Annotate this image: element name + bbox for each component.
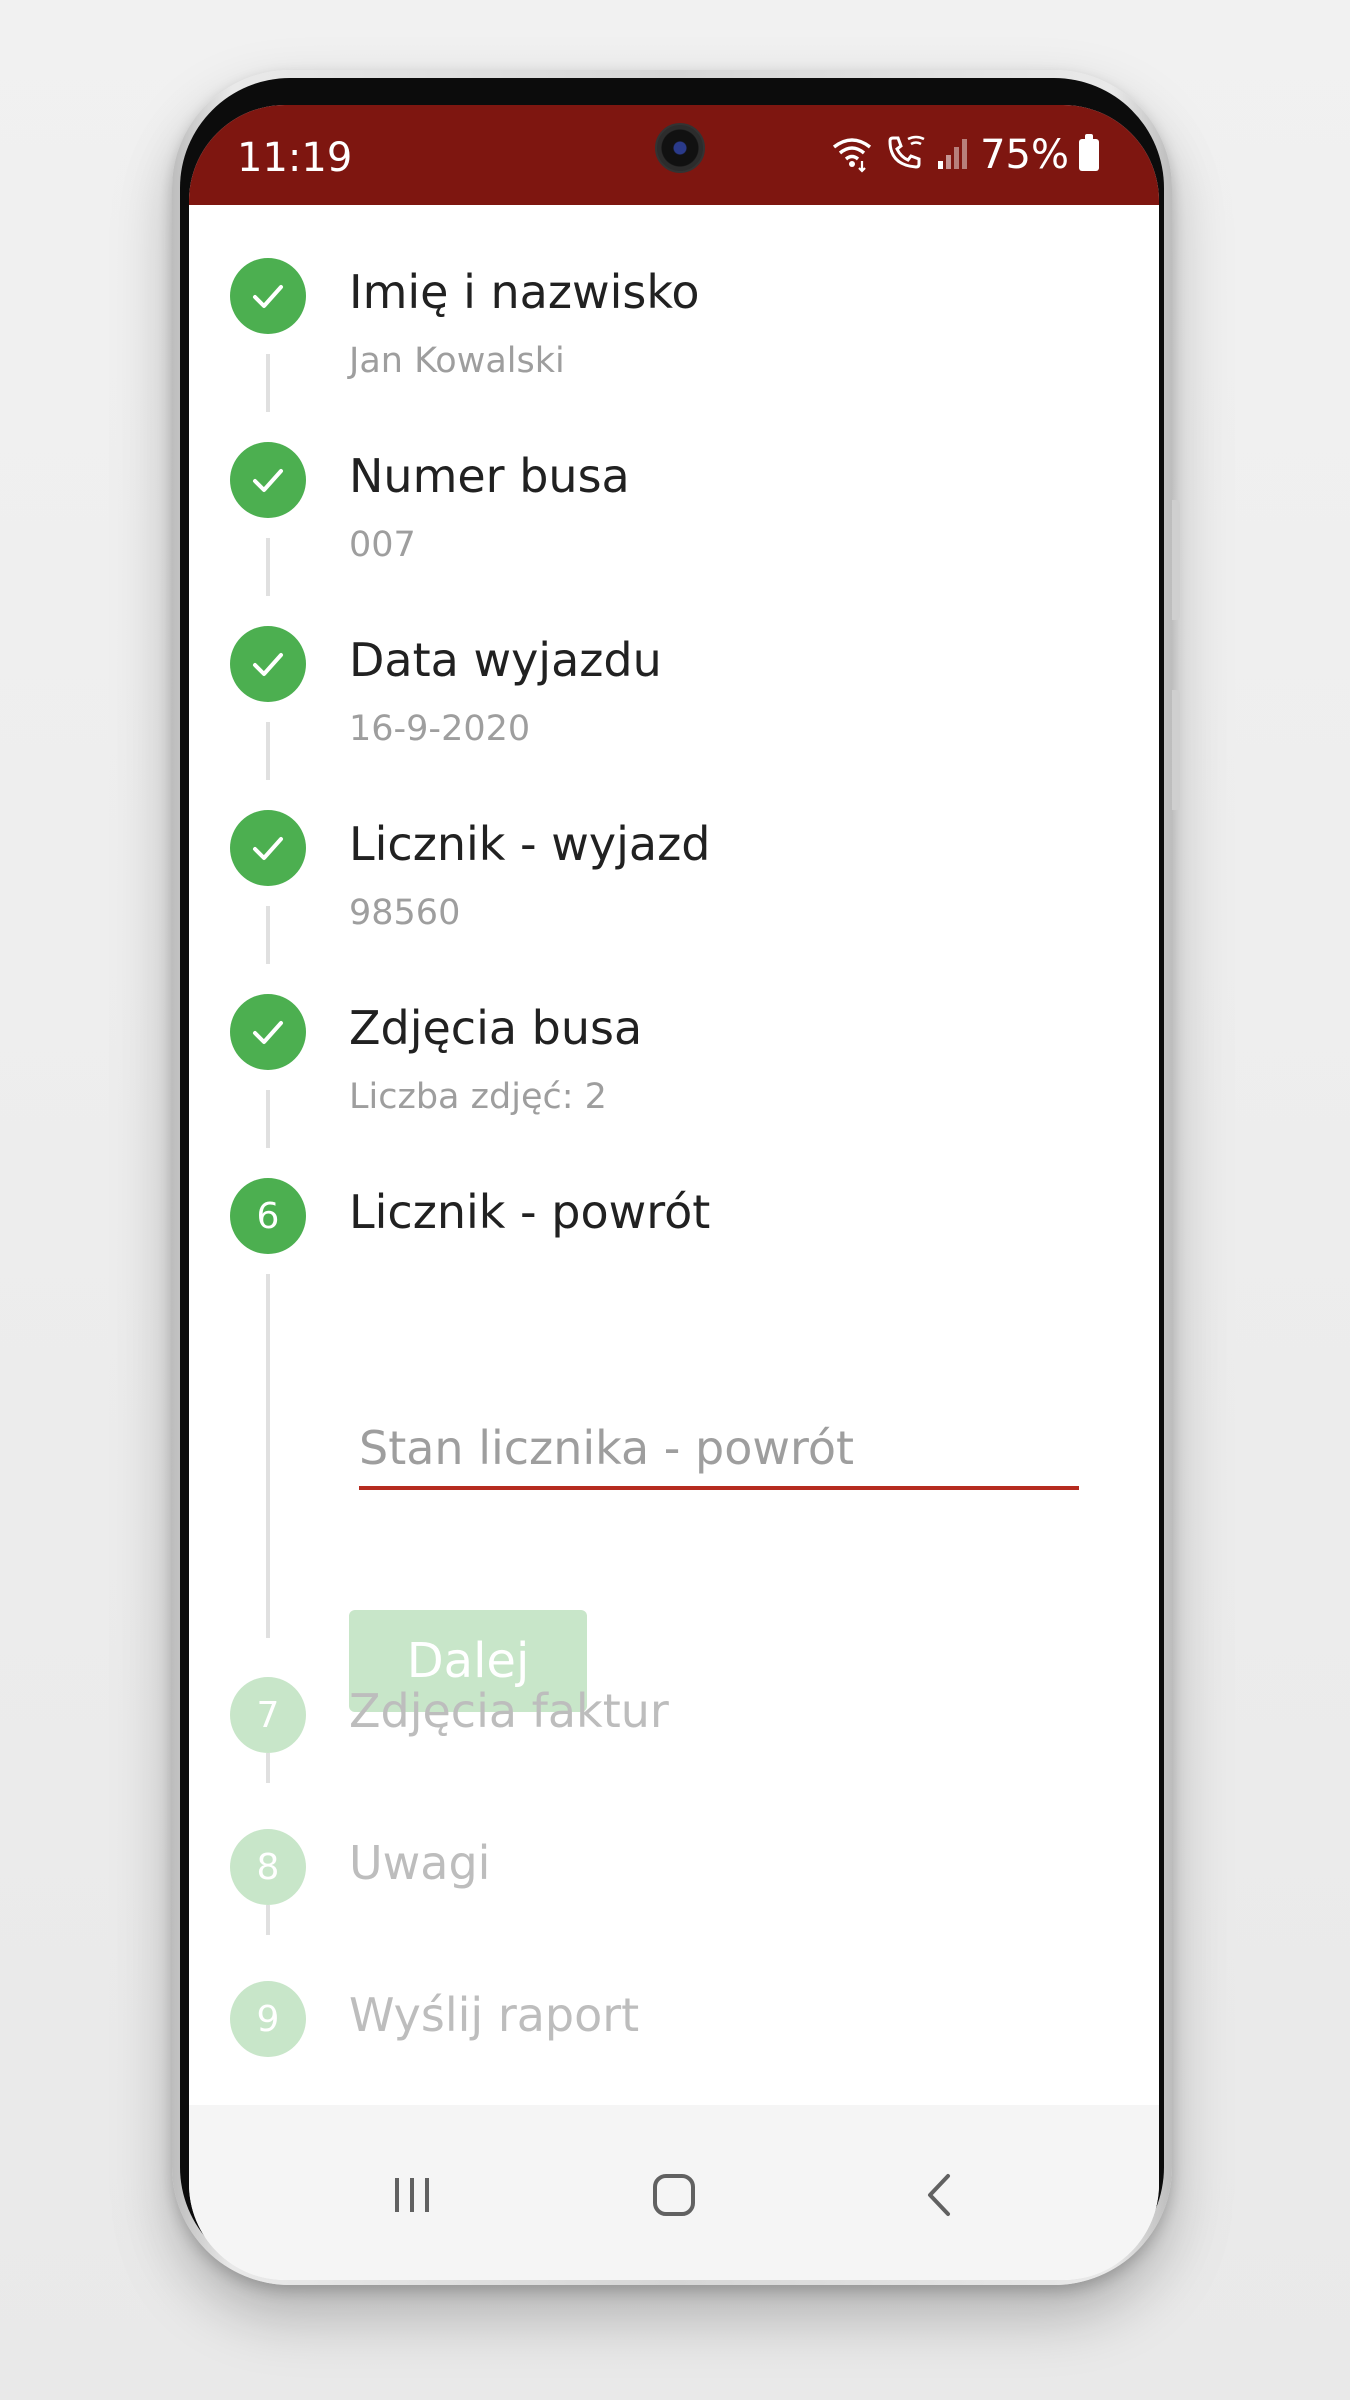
status-bar: 11:19 75% xyxy=(189,105,1159,205)
step-number: 7 xyxy=(230,1677,306,1753)
step-title: Zdjęcia faktur xyxy=(349,1684,669,1738)
step-connector xyxy=(266,354,270,412)
step-value: 007 xyxy=(349,525,416,565)
navigation-bar xyxy=(189,2105,1159,2280)
step-title: Uwagi xyxy=(349,1836,491,1890)
status-icons: 75% xyxy=(830,132,1099,178)
volume-button xyxy=(1172,500,1180,620)
wifi-calling-icon xyxy=(884,133,926,177)
step-connector xyxy=(266,538,270,596)
step-number: 8 xyxy=(230,1829,306,1905)
step-title: Zdjęcia busa xyxy=(349,1001,643,1055)
battery-percent: 75% xyxy=(980,132,1069,178)
odometer-return-field xyxy=(359,1410,1079,1490)
signal-icon xyxy=(936,135,970,175)
step-connector xyxy=(266,722,270,780)
stepper: Imię i nazwisko Jan Kowalski Numer busa … xyxy=(189,205,1159,2105)
step-title: Licznik - wyjazd xyxy=(349,817,711,871)
check-icon xyxy=(230,810,306,886)
step-connector xyxy=(266,906,270,964)
front-camera xyxy=(655,123,705,173)
phone-frame: 11:19 75% Imię i nazwisko Jan Kowalski N… xyxy=(172,70,1180,2285)
step-connector xyxy=(266,1274,270,1638)
step-title: Imię i nazwisko xyxy=(349,265,700,319)
step-title: Licznik - powrót xyxy=(349,1185,711,1239)
step-value: Jan Kowalski xyxy=(349,341,565,381)
check-icon xyxy=(230,258,306,334)
step-title: Data wyjazdu xyxy=(349,633,662,687)
step-value: 98560 xyxy=(349,893,461,933)
step-connector xyxy=(266,1905,270,1935)
wifi-icon xyxy=(830,133,874,177)
back-icon[interactable] xyxy=(901,2155,981,2235)
step-title: Wyślij raport xyxy=(349,1988,640,2042)
home-icon[interactable] xyxy=(634,2155,714,2235)
step-value: 16-9-2020 xyxy=(349,709,531,749)
step-number: 9 xyxy=(230,1981,306,2057)
step-number: 6 xyxy=(230,1178,306,1254)
step-title: Numer busa xyxy=(349,449,630,503)
power-button xyxy=(1172,690,1180,810)
check-icon xyxy=(230,626,306,702)
check-icon xyxy=(230,442,306,518)
check-icon xyxy=(230,994,306,1070)
battery-icon xyxy=(1079,134,1099,171)
step-connector xyxy=(266,1090,270,1148)
status-time: 11:19 xyxy=(237,135,353,181)
step-connector xyxy=(266,1753,270,1783)
recent-apps-icon[interactable] xyxy=(372,2155,452,2235)
screen: 11:19 75% Imię i nazwisko Jan Kowalski N… xyxy=(189,105,1159,2280)
step-value: Liczba zdjęć: 2 xyxy=(349,1077,607,1117)
odometer-return-input[interactable] xyxy=(359,1410,1079,1490)
